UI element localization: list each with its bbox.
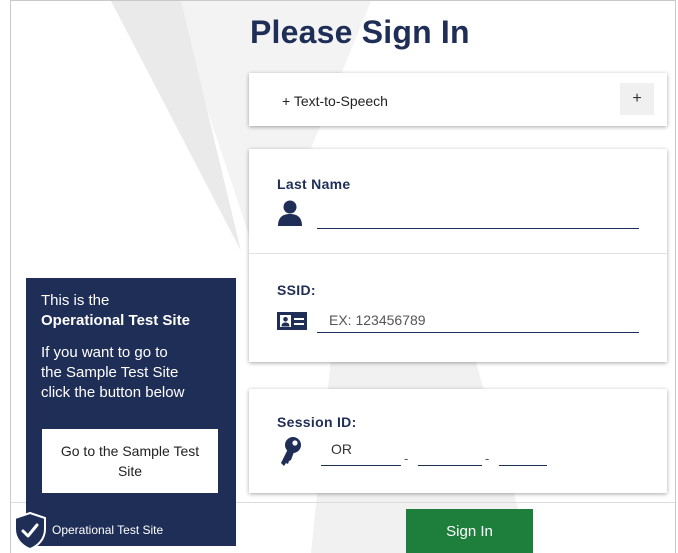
info-line-1: This is the [41, 292, 110, 309]
text-to-speech-label[interactable]: + Text-to-Speech [282, 93, 388, 109]
page-title: Please Sign In [250, 14, 470, 50]
session-id-label: Session ID: [277, 414, 357, 430]
text-to-speech-panel[interactable]: + Text-to-Speech + [249, 73, 667, 126]
session-prefix-segment[interactable]: OR [321, 441, 401, 466]
info-line-3: If you want to go to [41, 344, 168, 361]
info-line-4: the Sample Test Site [41, 364, 179, 381]
id-card-icon [277, 312, 307, 330]
session-id-panel: Session ID: OR - - [249, 389, 667, 493]
session-separator-2: - [485, 451, 490, 466]
ssid-label: SSID: [277, 282, 316, 298]
last-name-label: Last Name [277, 176, 351, 192]
session-separator-1: - [404, 451, 409, 466]
operational-site-info-panel: This is the Operational Test Site If you… [26, 278, 236, 546]
go-to-sample-site-button[interactable]: Go to the Sample Test Site [41, 428, 219, 494]
sign-in-form: Last Name SSID: [249, 149, 667, 362]
info-line-5: click the button below [41, 384, 185, 401]
form-divider [249, 253, 667, 254]
expand-text-to-speech-button[interactable]: + [620, 83, 654, 115]
info-line-2: Operational Test Site [41, 312, 190, 329]
person-icon [278, 200, 302, 226]
operational-site-label: Operational Test Site [52, 523, 164, 537]
last-name-input[interactable] [317, 203, 639, 229]
ssid-input[interactable] [317, 307, 639, 333]
sign-in-button[interactable]: Sign In [406, 509, 533, 553]
session-segment-3[interactable] [499, 441, 547, 466]
session-segment-2[interactable] [418, 441, 482, 466]
shield-check-icon [14, 512, 46, 550]
key-icon [281, 437, 301, 466]
